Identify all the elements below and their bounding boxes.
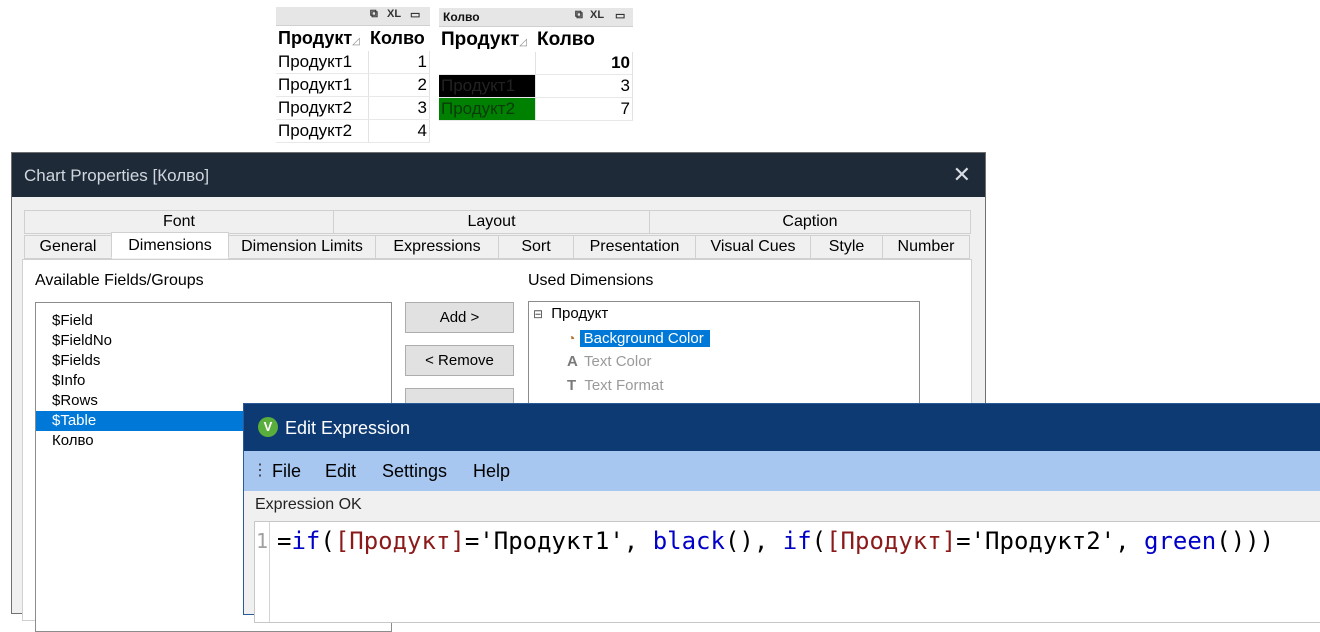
- tree-item-text-color[interactable]: A Text Color: [567, 351, 652, 373]
- table1-cell-qty: 1: [368, 51, 430, 74]
- tab-dimensions[interactable]: Dimensions: [111, 232, 229, 258]
- tab-row-bottom: General Dimensions Dimension Limits Expr…: [24, 232, 970, 259]
- table2-caption: Колво: [443, 10, 480, 24]
- table-row: Продукт1 1: [276, 51, 430, 74]
- table2-caption-bar: Колво ⧉ XL ▭: [439, 8, 633, 27]
- tree-item-text-format[interactable]: T Text Format: [567, 375, 664, 397]
- text-color-icon: A: [567, 353, 578, 370]
- tab-general[interactable]: General: [24, 235, 112, 259]
- tree-item-background-color[interactable]: ◔ Background Color: [567, 327, 710, 349]
- collapse-icon[interactable]: ⊟: [533, 307, 543, 321]
- edit-expression-dialog: V Edit Expression ⋮ File Edit Settings H…: [243, 403, 1320, 623]
- straight-table-1: ⧉ XL ▭ Продукт◿ Колво Продукт1 1 Продукт…: [276, 7, 430, 143]
- table2-total-value: 10: [535, 52, 633, 75]
- straight-table-2: Колво ⧉ XL ▭ Продукт◿ Колво 10 Продукт1 …: [439, 8, 633, 121]
- table-row: Продукт2 7: [439, 97, 633, 121]
- table-row: 10: [439, 52, 633, 75]
- tab-style[interactable]: Style: [810, 235, 883, 259]
- list-item[interactable]: $Info: [36, 371, 391, 391]
- text-format-label: Text Format: [584, 377, 664, 394]
- list-item[interactable]: $Fields: [36, 351, 391, 371]
- chart-properties-titlebar[interactable]: Chart Properties [Колво] ✕: [12, 153, 985, 197]
- table1-cell-product[interactable]: Продукт2: [276, 119, 369, 143]
- table2-cell-qty: 3: [535, 74, 633, 98]
- table1-grid: Продукт◿ Колво Продукт1 1 Продукт1 2 Про…: [276, 26, 430, 143]
- restore-icon[interactable]: ⧉: [575, 9, 583, 22]
- table1-cell-product[interactable]: Продукт2: [276, 96, 369, 120]
- minimize-icon[interactable]: ▭: [615, 9, 625, 22]
- table1-cell-product[interactable]: Продукт1: [276, 73, 369, 97]
- xl-icon[interactable]: XL: [590, 9, 604, 21]
- table1-cell-qty: 3: [368, 96, 430, 120]
- xl-icon[interactable]: XL: [387, 8, 401, 20]
- menu-help[interactable]: Help: [473, 461, 510, 482]
- tab-dimension-limits[interactable]: Dimension Limits: [228, 235, 376, 259]
- tree-node-product[interactable]: ⊟ Продукт: [533, 303, 608, 325]
- table-row: Продукт2 4: [276, 119, 430, 143]
- table2-header-qty[interactable]: Колво: [535, 27, 633, 52]
- expression-code[interactable]: =if([Продукт]='Продукт1', black(), if([П…: [277, 527, 1274, 555]
- table2-header-product[interactable]: Продукт◿: [439, 27, 535, 52]
- text-format-icon: T: [567, 377, 577, 394]
- sort-icon: ◿: [352, 36, 360, 47]
- line-number: 1: [256, 529, 269, 553]
- list-item[interactable]: $FieldNo: [36, 331, 391, 351]
- used-dimensions-label: Used Dimensions: [528, 272, 654, 289]
- tab-number[interactable]: Number: [882, 235, 970, 259]
- background-color-label: Background Color: [579, 330, 710, 347]
- sort-icon: ◿: [519, 36, 527, 48]
- tab-presentation[interactable]: Presentation: [573, 235, 696, 259]
- expression-editor[interactable]: 1 =if([Продукт]='Продукт1', black(), if(…: [254, 521, 1320, 623]
- add-button[interactable]: Add >: [405, 302, 514, 333]
- expression-status: Expression OK: [255, 496, 362, 513]
- remove-button[interactable]: < Remove: [405, 345, 514, 376]
- table1-header-product[interactable]: Продукт◿: [276, 26, 368, 51]
- table1-cell-qty: 4: [368, 119, 430, 143]
- table2-grid: Продукт◿ Колво 10 Продукт1 3 Продукт2 7: [439, 27, 633, 121]
- palette-icon: ◔: [567, 330, 576, 346]
- minimize-icon[interactable]: ▭: [410, 8, 420, 21]
- edit-expression-titlebar[interactable]: V Edit Expression: [244, 404, 1320, 451]
- table-row: Продукт1 2: [276, 73, 430, 97]
- tab-expressions[interactable]: Expressions: [375, 235, 499, 259]
- close-icon[interactable]: ✕: [953, 162, 971, 188]
- line-gutter: 1: [255, 522, 270, 622]
- menu-settings[interactable]: Settings: [382, 461, 447, 482]
- menu-edit[interactable]: Edit: [325, 461, 356, 482]
- toolbar-grip-icon[interactable]: ⋮: [252, 460, 268, 480]
- dialog-title: Edit Expression: [285, 418, 411, 438]
- menu-bar: ⋮ File Edit Settings Help: [244, 451, 1320, 491]
- table2-total-label: [439, 52, 536, 75]
- tab-font[interactable]: Font: [24, 210, 334, 234]
- table1-cell-qty: 2: [368, 73, 430, 97]
- table2-cell-product[interactable]: Продукт2: [439, 97, 536, 121]
- tab-visual-cues[interactable]: Visual Cues: [695, 235, 811, 259]
- dialog-title: Chart Properties [Колво]: [24, 166, 210, 185]
- table1-cell-product[interactable]: Продукт1: [276, 51, 369, 74]
- table-row: Продукт2 3: [276, 96, 430, 120]
- table1-caption-bar: ⧉ XL ▭: [276, 7, 430, 26]
- tab-sort[interactable]: Sort: [498, 235, 574, 259]
- dimension-label: Продукт: [551, 305, 609, 322]
- table1-header-qty[interactable]: Колво: [368, 26, 430, 51]
- tab-row-top: Font Layout Caption: [24, 210, 971, 234]
- restore-icon[interactable]: ⧉: [370, 8, 378, 21]
- list-item[interactable]: $Field: [36, 311, 391, 331]
- tab-layout[interactable]: Layout: [333, 210, 650, 234]
- table2-cell-product[interactable]: Продукт1: [439, 74, 536, 98]
- qlikview-logo-icon: V: [258, 417, 278, 437]
- table2-cell-qty: 7: [535, 97, 633, 121]
- table-row: Продукт1 3: [439, 74, 633, 98]
- available-fields-label: Available Fields/Groups: [35, 272, 204, 289]
- tab-caption[interactable]: Caption: [649, 210, 971, 234]
- text-color-label: Text Color: [584, 353, 652, 370]
- menu-file[interactable]: File: [272, 461, 301, 482]
